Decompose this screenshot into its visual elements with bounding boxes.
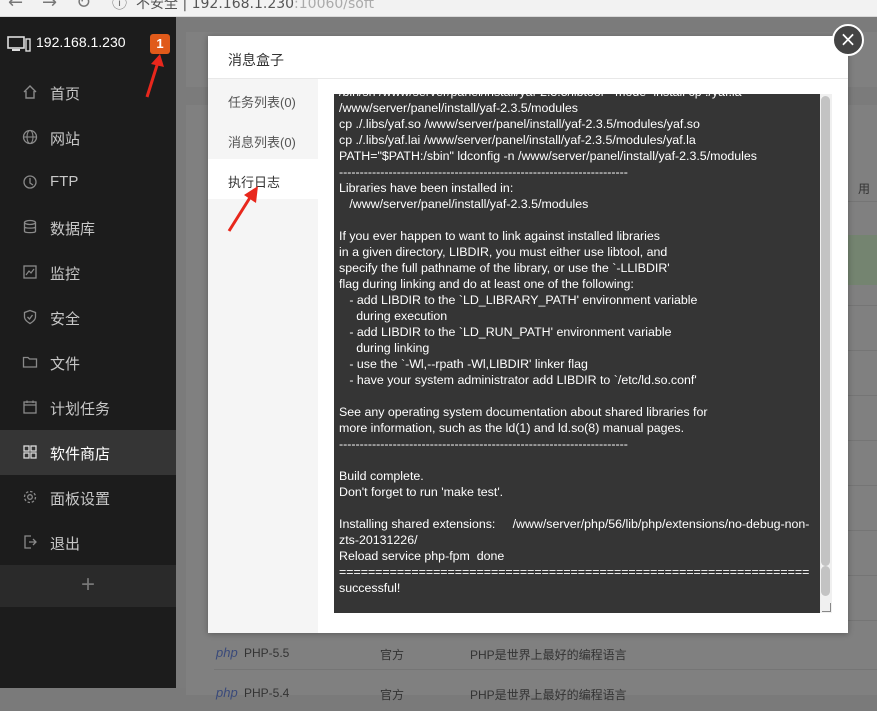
- tab-label: 消息列表(0): [228, 135, 296, 150]
- execution-log-textarea[interactable]: /bin/sh /www/server/panel/install/yaf-2.…: [334, 94, 832, 613]
- tab-label: 任务列表(0): [228, 95, 296, 110]
- modal-header: 消息盒子: [208, 36, 848, 79]
- calendar-icon: [23, 400, 37, 414]
- tab-task-list[interactable]: 任务列表(0): [208, 79, 318, 119]
- monitor-chart-icon: [23, 265, 37, 279]
- url-path: :10060/soft: [294, 0, 375, 12]
- sidebar-item-label: 文件: [50, 356, 81, 373]
- sidebar-item-label: 数据库: [50, 221, 96, 238]
- sidebar-item-label: FTP: [50, 173, 79, 190]
- tab-message-list[interactable]: 消息列表(0): [208, 119, 318, 159]
- shield-icon: [23, 309, 37, 325]
- sidebar-item-label: 软件商店: [50, 446, 111, 463]
- apps-icon: [23, 445, 37, 459]
- annotation-arrow-icon: [227, 186, 258, 232]
- server-ip: 192.168.1.230: [36, 34, 126, 50]
- sidebar-item-label: 面板设置: [50, 491, 111, 508]
- logout-icon: [24, 535, 37, 549]
- scrollbar-track-fill: [821, 96, 830, 566]
- home-icon: [23, 85, 37, 99]
- table-row[interactable]: php PHP-5.5 官方 PHP是世界上最好的编程语言: [214, 639, 877, 670]
- sidebar-item-monitor[interactable]: 监控: [0, 250, 176, 295]
- sidebar-item-website[interactable]: 网站: [0, 115, 176, 160]
- software-source: 官方: [380, 648, 405, 662]
- ftp-icon: [23, 175, 37, 189]
- forward-arrow-icon[interactable]: →: [42, 0, 57, 13]
- php-logo: php: [216, 645, 238, 660]
- sidebar-item-logout[interactable]: 退出: [0, 520, 176, 565]
- address-bar[interactable]: 不安全 | 192.168.1.230:10060/soft: [136, 0, 374, 13]
- software-description: PHP是世界上最好的编程语言: [470, 688, 627, 702]
- log-scrollbar[interactable]: [820, 94, 832, 613]
- url-host: 不安全 | 192.168.1.230: [136, 0, 295, 12]
- globe-icon: [22, 129, 38, 145]
- sidebar-item-software-store[interactable]: 软件商店: [0, 430, 176, 475]
- close-button[interactable]: ×: [832, 24, 864, 56]
- gear-icon: [23, 490, 37, 504]
- sidebar-item-files[interactable]: 文件: [0, 340, 176, 385]
- sidebar-item-panel-settings[interactable]: 面板设置: [0, 475, 176, 520]
- back-arrow-icon[interactable]: ←: [8, 0, 23, 13]
- modal-tab-list: 任务列表(0) 消息列表(0) 执行日志: [208, 79, 318, 633]
- message-box-modal: 消息盒子 任务列表(0) 消息列表(0) 执行日志 /bin/sh /www/s…: [208, 36, 848, 633]
- sidebar-item-label: 安全: [50, 311, 81, 328]
- sidebar-menu: 首页 网站 FTP 数据库 监控 安全 文件 计划任务 软件商店 面板设置 退出: [0, 70, 176, 565]
- folder-icon: [22, 356, 38, 368]
- log-content: /bin/sh /www/server/panel/install/yaf-2.…: [339, 94, 810, 595]
- software-name: PHP-5.5: [244, 646, 290, 660]
- modal-title: 消息盒子: [228, 52, 284, 68]
- software-name: PHP-5.4: [244, 686, 290, 700]
- sidebar-item-ftp[interactable]: FTP: [0, 160, 176, 205]
- sidebar-item-label: 首页: [50, 86, 81, 103]
- sidebar-item-cron[interactable]: 计划任务: [0, 385, 176, 430]
- info-icon[interactable]: ⓘ: [112, 0, 127, 13]
- php-logo: php: [216, 685, 238, 700]
- database-icon: [23, 219, 37, 234]
- sidebar: 192.168.1.230 1 首页 网站 FTP 数据库 监控 安全 文件 计…: [0, 17, 176, 688]
- sidebar-item-label: 监控: [50, 266, 81, 283]
- sidebar-item-security[interactable]: 安全: [0, 295, 176, 340]
- scrollbar-thumb[interactable]: [821, 566, 830, 596]
- sidebar-item-database[interactable]: 数据库: [0, 205, 176, 250]
- sidebar-item-label: 计划任务: [50, 401, 111, 418]
- browser-toolbar: ← → ↻ ⓘ 不安全 | 192.168.1.230:10060/soft: [0, 0, 877, 17]
- monitor-icon: [7, 36, 31, 52]
- add-menu-button[interactable]: +: [0, 565, 176, 607]
- sidebar-item-label: 退出: [50, 536, 81, 553]
- resize-handle-icon[interactable]: [822, 603, 831, 612]
- column-header-fragment: 用: [858, 182, 871, 196]
- software-description: PHP是世界上最好的编程语言: [470, 648, 627, 662]
- message-badge[interactable]: 1: [150, 34, 170, 54]
- sidebar-item-label: 网站: [50, 131, 81, 148]
- software-source: 官方: [380, 688, 405, 702]
- reload-icon[interactable]: ↻: [76, 0, 91, 13]
- table-row[interactable]: php PHP-5.4 官方 PHP是世界上最好的编程语言: [214, 681, 877, 711]
- annotation-arrow-icon: [145, 54, 164, 98]
